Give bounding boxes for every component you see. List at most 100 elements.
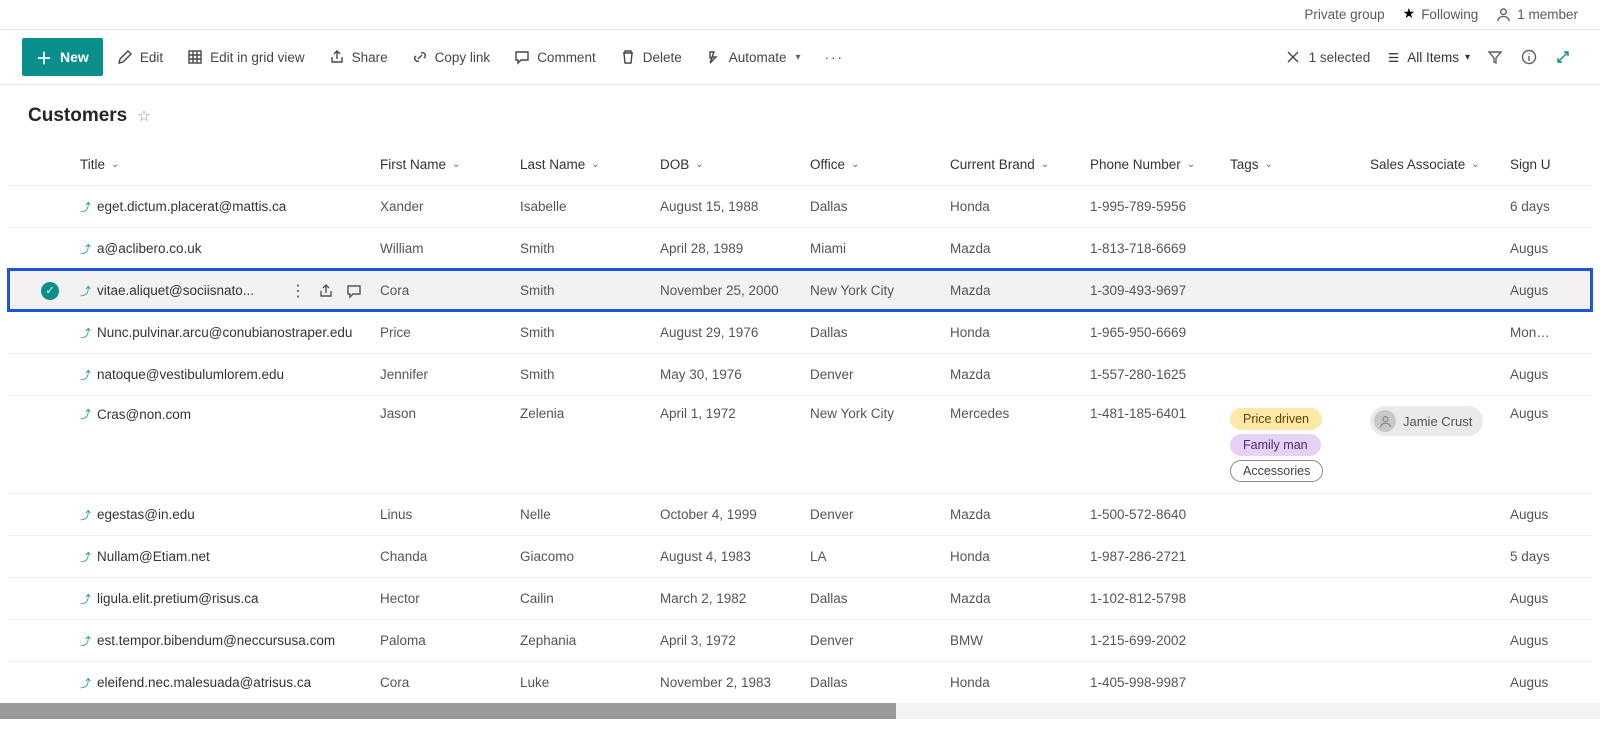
cell-title[interactable]: ⤴ligula.elit.pretium@risus.ca [80, 591, 380, 607]
cell-lastname: Smith [520, 283, 660, 298]
table-row[interactable]: ⤴Nullam@Etiam.netChandaGiacomoAugust 4, … [8, 535, 1592, 577]
row-menu-icon[interactable]: ⋮ [290, 281, 306, 301]
table-row[interactable]: ⤴a@aclibero.co.ukWilliamSmithApril 28, 1… [8, 227, 1592, 269]
tag-pill[interactable]: Accessories [1230, 460, 1323, 482]
edit-button[interactable]: Edit [107, 43, 173, 71]
cell-office: Dallas [810, 325, 950, 340]
table-row[interactable]: ⤴eget.dictum.placerat@mattis.caXanderIsa… [8, 185, 1592, 227]
col-office[interactable]: Office⌄ [810, 157, 950, 172]
cell-lastname: Smith [520, 367, 660, 382]
cell-title[interactable]: ⤴Nullam@Etiam.net [80, 549, 380, 565]
cell-firstname: Jennifer [380, 367, 520, 382]
cell-phone: 1-813-718-6669 [1090, 241, 1230, 256]
follow-button[interactable]: ★ Following [1403, 6, 1479, 23]
horizontal-scrollbar[interactable] [0, 703, 1600, 719]
cell-firstname: Price [380, 325, 520, 340]
col-tags[interactable]: Tags⌄ [1230, 157, 1370, 172]
cell-firstname: Cora [380, 283, 520, 298]
share-icon[interactable] [318, 283, 334, 299]
cell-title[interactable]: ⤴eleifend.nec.malesuada@atrisus.ca [80, 675, 380, 691]
share-button[interactable]: Share [319, 43, 398, 71]
cell-title[interactable]: ⤴vitae.aliquet@sociisnato...⋮ [80, 281, 380, 301]
item-type-icon: ⤴ [80, 406, 91, 422]
table-row[interactable]: ⤴eleifend.nec.malesuada@atrisus.caCoraLu… [8, 661, 1592, 703]
table-row[interactable]: ⤴Cras@non.comJasonZeleniaApril 1, 1972Ne… [8, 395, 1592, 493]
clear-selection-button[interactable]: 1 selected [1279, 49, 1377, 65]
cell-phone: 1-102-812-5798 [1090, 591, 1230, 606]
cell-assoc: Jamie Crust [1370, 406, 1510, 436]
col-lastname[interactable]: Last Name⌄ [520, 157, 660, 172]
table-row[interactable]: ⤴est.tempor.bibendum@neccursusa.comPalom… [8, 619, 1592, 661]
cell-brand: Mazda [950, 367, 1090, 382]
cell-phone: 1-500-572-8640 [1090, 507, 1230, 522]
table-row[interactable]: ✓ ⤴vitae.aliquet@sociisnato...⋮CoraSmith N… [8, 269, 1592, 311]
cell-title[interactable]: ⤴est.tempor.bibendum@neccursusa.com [80, 633, 380, 649]
cell-lastname: Zephania [520, 633, 660, 648]
expand-button[interactable] [1548, 49, 1578, 65]
cell-title[interactable]: ⤴eget.dictum.placerat@mattis.ca [80, 199, 380, 215]
tag-pill[interactable]: Price driven [1230, 408, 1322, 430]
new-button[interactable]: ＋ New [22, 38, 103, 76]
item-type-icon: ⤴ [80, 507, 91, 523]
delete-button[interactable]: Delete [610, 43, 692, 71]
item-type-icon: ⤴ [80, 325, 91, 341]
col-title[interactable]: Title⌄ [80, 157, 380, 172]
column-header-row: Title⌄ First Name⌄ Last Name⌄ DOB⌄ Offic… [8, 143, 1592, 185]
col-dob[interactable]: DOB⌄ [660, 157, 810, 172]
comment-label: Comment [537, 50, 596, 65]
cell-signup: Augus [1510, 633, 1560, 648]
filter-button[interactable] [1480, 49, 1510, 65]
comment-button[interactable]: Comment [504, 43, 606, 71]
col-signup[interactable]: Sign U [1510, 157, 1560, 172]
favorite-star-icon[interactable]: ☆ [137, 107, 150, 125]
automate-button[interactable]: Automate ▾ [696, 43, 811, 71]
list-title: Customers [28, 105, 127, 127]
edit-label: Edit [140, 50, 163, 65]
item-type-icon: ⤴ [80, 633, 91, 649]
cell-brand: Mazda [950, 591, 1090, 606]
view-name: All Items [1407, 50, 1459, 65]
cell-signup: Augus [1510, 406, 1560, 421]
col-brand[interactable]: Current Brand⌄ [950, 157, 1090, 172]
cell-phone: 1-215-699-2002 [1090, 633, 1230, 648]
person-icon [1496, 7, 1511, 22]
cell-lastname: Smith [520, 325, 660, 340]
follow-text: Following [1421, 7, 1478, 22]
cell-firstname: Chanda [380, 549, 520, 564]
cell-title[interactable]: ⤴natoque@vestibulumlorem.edu [80, 367, 380, 383]
info-button[interactable] [1514, 49, 1544, 65]
info-icon [1521, 49, 1537, 65]
grid-edit-button[interactable]: Edit in grid view [177, 43, 315, 71]
table-row[interactable]: ⤴ligula.elit.pretium@risus.caHectorCaili… [8, 577, 1592, 619]
cell-office: New York City [810, 283, 950, 298]
overflow-button[interactable]: ··· [815, 44, 855, 71]
cell-title[interactable]: ⤴a@aclibero.co.uk [80, 241, 380, 257]
comment-icon[interactable] [346, 283, 362, 299]
tag-pill[interactable]: Family man [1230, 434, 1321, 456]
col-firstname[interactable]: First Name⌄ [380, 157, 520, 172]
selected-check-icon[interactable]: ✓ [41, 282, 59, 300]
cell-firstname: Linus [380, 507, 520, 522]
list-title-row: Customers ☆ [0, 85, 1600, 143]
cell-phone: 1-481-185-6401 [1090, 406, 1230, 421]
delete-label: Delete [643, 50, 682, 65]
table-row[interactable]: ⤴natoque@vestibulumlorem.eduJenniferSmit… [8, 353, 1592, 395]
members-button[interactable]: 1 member [1496, 7, 1578, 22]
cell-brand: Mercedes [950, 406, 1090, 421]
view-selector[interactable]: All Items ▾ [1380, 50, 1476, 65]
cell-office: LA [810, 549, 950, 564]
table-row[interactable]: ⤴Nunc.pulvinar.arcu@conubianostraper.edu… [8, 311, 1592, 353]
item-type-icon: ⤴ [80, 367, 91, 383]
cell-title[interactable]: ⤴Cras@non.com [80, 406, 380, 422]
cell-title[interactable]: ⤴egestas@in.edu [80, 507, 380, 523]
cell-lastname: Smith [520, 241, 660, 256]
col-assoc[interactable]: Sales Associate⌄ [1370, 157, 1510, 172]
cell-brand: Honda [950, 549, 1090, 564]
table-row[interactable]: ⤴egestas@in.eduLinusNelleOctober 4, 1999… [8, 493, 1592, 535]
copylink-button[interactable]: Copy link [402, 43, 501, 71]
cell-title[interactable]: ⤴Nunc.pulvinar.arcu@conubianostraper.edu [80, 325, 380, 341]
col-phone[interactable]: Phone Number⌄ [1090, 157, 1230, 172]
pencil-icon [117, 49, 133, 65]
cell-firstname: William [380, 241, 520, 256]
person-pill[interactable]: Jamie Crust [1370, 406, 1483, 436]
